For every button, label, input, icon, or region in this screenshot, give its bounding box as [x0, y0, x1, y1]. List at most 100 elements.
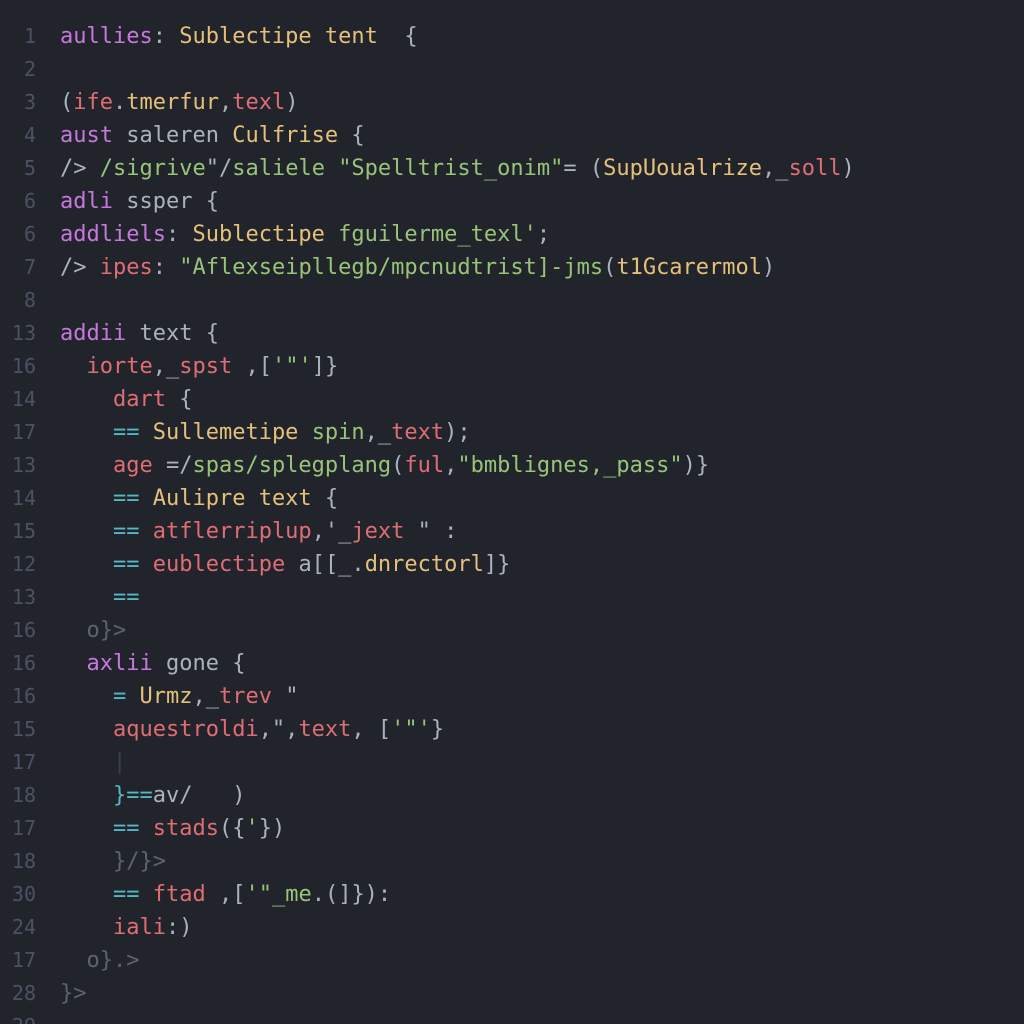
token-fn: Sublectipe [192, 222, 338, 247]
code-line[interactable]: /> ipes: "Aflexseipllegb/mpcnudtrist]-jm… [60, 251, 1024, 284]
code-line[interactable]: axlii gone { [60, 647, 1024, 680]
token-id: texl [232, 90, 285, 115]
token-punc: ]} [312, 354, 339, 379]
line-number: 13 [0, 581, 44, 614]
token-fn: Urmz [139, 684, 192, 709]
token-fn: Aulipre text [153, 486, 312, 511]
code-line[interactable]: iorte,_spst ,['"']} [60, 350, 1024, 383]
token-id: age [113, 453, 166, 478]
token-punc: ({ [219, 816, 246, 841]
code-line[interactable]: == atflerriplup,'_jext " : [60, 515, 1024, 548]
code-line[interactable]: == Aulipre text { [60, 482, 1024, 515]
code-line[interactable]: age =/spas/splegplang(ful,"bmblignes,_pa… [60, 449, 1024, 482]
token-punc: /> [60, 255, 100, 280]
code-line[interactable]: }/}> [60, 845, 1024, 878]
token-op: == [113, 486, 153, 511]
code-line[interactable]: == [60, 581, 1024, 614]
token-id: trev [219, 684, 285, 709]
code-line[interactable]: == Sullemetipe spin,_text); [60, 416, 1024, 449]
line-number: 7 [0, 251, 44, 284]
token-id: aquestroldi [113, 717, 259, 742]
token-op: == [113, 882, 153, 907]
token-punc: ssper [126, 189, 192, 214]
line-number: 18 [0, 779, 44, 812]
code-line[interactable]: iali:) [60, 911, 1024, 944]
code-line[interactable]: addliels: Sublectipe fguilerme_texl'; [60, 218, 1024, 251]
line-number: 15 [0, 515, 44, 548]
token-punc: text [139, 321, 192, 346]
code-line[interactable]: == ftad ,['"_me.(]}): [60, 878, 1024, 911]
token-guide [60, 354, 87, 379]
code-line[interactable] [60, 284, 1024, 317]
token-id: ftad [153, 882, 219, 907]
token-punc: gone [166, 651, 219, 676]
code-line[interactable] [60, 53, 1024, 86]
token-fn: Sullemetipe [153, 420, 312, 445]
token-kw: aust [60, 123, 126, 148]
code-line[interactable]: /> /sigrive"/saliele "Spelltrist_onim"= … [60, 152, 1024, 185]
token-punc: [_. [325, 552, 365, 577]
token-op: == [113, 552, 153, 577]
code-area[interactable]: aullies: Sublectipe tent { (ife.tmerfur,t… [44, 0, 1024, 1024]
token-punc: ) [762, 255, 775, 280]
code-line[interactable]: aust saleren Culfrise { [60, 119, 1024, 152]
code-line[interactable]: }==av/ ) [60, 779, 1024, 812]
code-line[interactable]: adli ssper { [60, 185, 1024, 218]
token-punc: ,[ [219, 882, 246, 907]
token-str: '"' [272, 354, 312, 379]
token-id: iali [113, 915, 166, 940]
code-line[interactable]: aullies: Sublectipe tent { [60, 20, 1024, 53]
code-line[interactable]: aquestroldi,",text, ['"'} [60, 713, 1024, 746]
token-punc: , [444, 453, 457, 478]
code-editor[interactable]: 1234566781316141713141512131616161517181… [0, 0, 1024, 1024]
token-punc: ) [285, 90, 298, 115]
line-number: 17 [0, 944, 44, 977]
line-number: 16 [0, 350, 44, 383]
code-line[interactable]: o}> [60, 614, 1024, 647]
token-punc: ,", [259, 717, 299, 742]
line-number: 18 [0, 845, 44, 878]
line-number: 24 [0, 911, 44, 944]
token-id: text [298, 717, 351, 742]
line-number: 28 [0, 977, 44, 1010]
line-number: 16 [0, 680, 44, 713]
code-line[interactable]: = Urmz,_trev " [60, 680, 1024, 713]
line-number: 17 [0, 812, 44, 845]
token-str: fguilerme_texl' [338, 222, 537, 247]
token-guide [60, 519, 113, 544]
code-line[interactable]: | [60, 746, 1024, 779]
code-line[interactable]: addii text { [60, 317, 1024, 350]
token-punc: = ( [563, 156, 603, 181]
token-op: == [113, 816, 153, 841]
token-punc: { [219, 651, 246, 676]
token-punc: )} [683, 453, 710, 478]
line-number: 1 [0, 20, 44, 53]
token-punc: a[ [298, 552, 325, 577]
token-op: }== [113, 783, 153, 808]
token-str: '"_me [245, 882, 311, 907]
token-guide [60, 453, 113, 478]
token-op: == [113, 420, 153, 445]
line-number: 3 [0, 86, 44, 119]
token-str: spas/splegplang [192, 453, 391, 478]
code-line[interactable] [60, 1010, 1024, 1024]
token-guide [60, 684, 113, 709]
code-line[interactable]: (ife.tmerfur,texl) [60, 86, 1024, 119]
code-line[interactable]: dart { [60, 383, 1024, 416]
code-line[interactable]: o}.> [60, 944, 1024, 977]
token-fn: tmerfur [126, 90, 219, 115]
token-guide [60, 651, 87, 676]
code-line[interactable]: }> [60, 977, 1024, 1010]
line-number-gutter: 1234566781316141713141512131616161517181… [0, 0, 44, 1024]
token-guide [60, 420, 113, 445]
token-str: '"' [391, 717, 431, 742]
token-punc: : [153, 255, 180, 280]
token-guide [60, 717, 113, 742]
token-fold: }/}> [113, 849, 166, 874]
token-guide [60, 486, 113, 511]
line-number: 6 [0, 218, 44, 251]
line-number: 12 [0, 548, 44, 581]
code-line[interactable]: == stads({'}) [60, 812, 1024, 845]
token-punc: : [166, 222, 193, 247]
code-line[interactable]: == eublectipe a[[_.dnrectorl]} [60, 548, 1024, 581]
